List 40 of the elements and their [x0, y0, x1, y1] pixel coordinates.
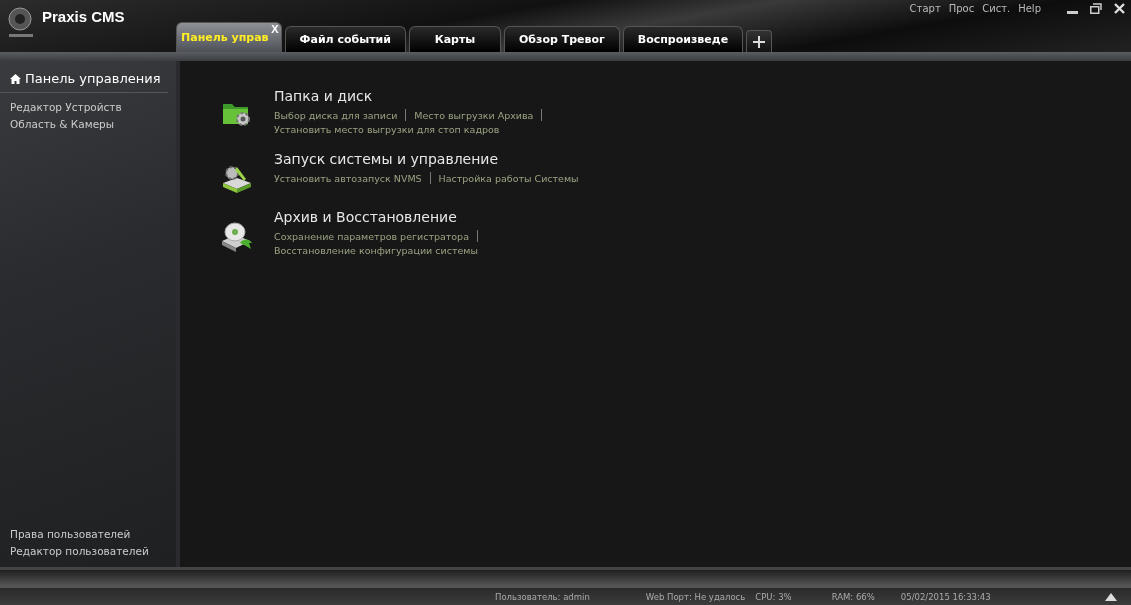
settings-link[interactable]: Выбор диска для записи — [274, 109, 398, 121]
tab[interactable]: Файл событий — [284, 26, 406, 52]
tab[interactable]: Карты — [409, 26, 501, 52]
menu-item[interactable]: Help — [1018, 3, 1041, 14]
menu-item[interactable]: Прос — [948, 3, 975, 14]
sidebar-item[interactable]: Область & Камеры — [0, 115, 176, 132]
close-tab-button[interactable]: X — [271, 23, 279, 35]
tab[interactable]: Панель управ X — [176, 22, 282, 52]
settings-link[interactable]: Восстановление конфигурации системы — [274, 245, 478, 256]
sidebar-item[interactable]: Редактор пользователей — [0, 542, 176, 559]
settings-link[interactable]: Настройка работы Системы — [438, 172, 579, 184]
settings-link[interactable]: Место выгрузки Архива — [414, 109, 534, 121]
gear-wrench-drive-icon — [221, 163, 253, 193]
triangle-up-icon[interactable] — [1105, 593, 1117, 601]
section-title: Архив и Восстановление — [274, 209, 458, 225]
speaker-logo-icon — [8, 6, 34, 40]
sidebar-heading: Панель управления — [25, 71, 161, 86]
close-icon[interactable] — [1114, 3, 1125, 14]
new-tab-button[interactable] — [746, 30, 773, 52]
settings-link[interactable]: Установить место выгрузки для стоп кадров — [274, 124, 500, 135]
status-text: RAM: 66% — [831, 591, 875, 602]
tab[interactable]: Воспроизведе — [622, 26, 744, 52]
disc-drive-arrow-icon — [220, 221, 254, 253]
status-text: Пользователь: admin — [495, 591, 590, 602]
section-title: Папка и диск — [274, 88, 374, 104]
restore-icon[interactable] — [1090, 3, 1102, 14]
sidebar-item[interactable]: Права пользователей — [0, 525, 176, 542]
section-title: Запуск системы и управление — [274, 151, 500, 167]
menu-item[interactable]: Старт — [909, 3, 941, 14]
settings-link[interactable]: Установить автозапуск NVMS — [274, 172, 422, 184]
plus-icon — [753, 35, 766, 48]
app-title: Praxis CMS — [42, 8, 125, 25]
home-icon — [10, 73, 21, 84]
settings-link[interactable]: Сохранение параметров регистратора — [274, 230, 469, 242]
status-text: 05/02/2015 16:33:43 — [900, 591, 991, 602]
sidebar-item[interactable]: Редактор Устройств — [0, 98, 176, 115]
status-text: CPU: 3% — [755, 591, 792, 602]
menu-item[interactable]: Сист. — [982, 3, 1011, 14]
status-text: Web Порт: Не удалось — [645, 591, 746, 602]
tab[interactable]: Обзор Тревог — [504, 26, 620, 52]
